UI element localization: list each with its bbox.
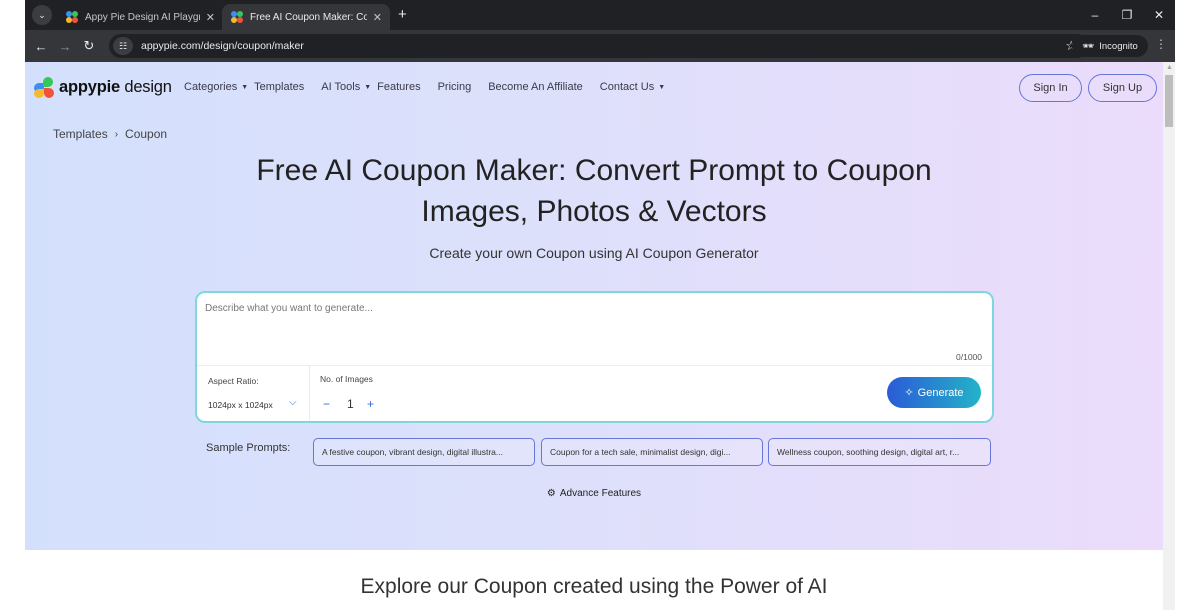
- tab-strip: ⌄ Appy Pie Design AI Playground ✕ Free A…: [25, 0, 1175, 30]
- divider: [309, 366, 310, 421]
- chevron-right-icon: ›: [114, 128, 119, 140]
- sample-prompt-chip[interactable]: A festive coupon, vibrant design, digita…: [313, 438, 535, 466]
- appypie-favicon-icon: [65, 10, 79, 24]
- url-text[interactable]: appypie.com/design/coupon/maker: [141, 40, 304, 52]
- plus-icon: +: [398, 6, 407, 23]
- generate-label: Generate: [917, 386, 964, 399]
- caret-down-icon: ▼: [364, 83, 372, 91]
- prompt-card: 0/1000 Aspect Ratio: 1024px x 1024px ⌵ N…: [195, 291, 994, 423]
- num-images-value: 1: [347, 397, 354, 411]
- chevron-down-icon[interactable]: ⌵: [289, 397, 297, 408]
- page-title-line-1: Free AI Coupon Maker: Convert Prompt to …: [256, 154, 932, 187]
- page-title-line-2: Images, Photos & Vectors: [421, 195, 767, 228]
- sign-in-button[interactable]: Sign In: [1019, 74, 1082, 102]
- logo-text: appypie design: [59, 77, 172, 96]
- nav-features[interactable]: Features: [377, 81, 420, 93]
- appypie-logo-icon: [33, 76, 55, 98]
- prompt-input[interactable]: [205, 303, 985, 358]
- window-controls: – ❐ ✕: [1079, 0, 1175, 30]
- caret-down-icon: ▼: [241, 83, 249, 91]
- tab-search-button[interactable]: ⌄: [32, 5, 52, 25]
- page-scrollbar[interactable]: ▲: [1163, 62, 1175, 610]
- nav-pricing[interactable]: Pricing: [438, 81, 472, 93]
- address-bar[interactable]: ☷ appypie.com/design/coupon/maker ☆: [109, 34, 1089, 58]
- page-title: Free AI Coupon Maker: Convert Prompt to …: [25, 150, 1163, 232]
- restore-icon[interactable]: ❐: [1111, 8, 1143, 22]
- kebab-menu-icon[interactable]: ⋮: [1155, 37, 1167, 51]
- close-window-icon[interactable]: ✕: [1143, 8, 1175, 22]
- aspect-ratio-select[interactable]: 1024px x 1024px: [208, 400, 273, 410]
- reload-icon[interactable]: ↻: [77, 38, 101, 54]
- advance-features-toggle[interactable]: ⚙ Advance Features: [25, 488, 1163, 499]
- nav-ai-tools[interactable]: AI Tools ▼: [321, 81, 371, 93]
- divider: [197, 365, 992, 366]
- nav-templates[interactable]: Templates: [254, 81, 304, 93]
- sparkle-icon: ✧: [904, 387, 914, 399]
- browser-toolbar: ← → ↻ ☷ appypie.com/design/coupon/maker …: [25, 30, 1175, 62]
- gear-icon: ⚙: [546, 488, 556, 499]
- incognito-icon: 🕶: [1082, 40, 1095, 52]
- num-images-label: No. of Images: [320, 374, 373, 384]
- tab-title: Free AI Coupon Maker: Convert: [250, 11, 367, 23]
- hero-section: appypie design Categories ▼ Templates AI …: [25, 62, 1163, 550]
- scroll-up-arrow-icon[interactable]: ▲: [1166, 64, 1173, 71]
- breadcrumb-coupon: Coupon: [125, 127, 168, 141]
- breadcrumb-templates[interactable]: Templates: [53, 127, 108, 141]
- appypie-favicon-icon: [230, 10, 244, 24]
- decrement-button[interactable]: −: [323, 397, 330, 411]
- site-info-icon[interactable]: ☷: [113, 37, 133, 55]
- chevron-down-icon: ⌄: [38, 9, 46, 20]
- sign-up-button[interactable]: Sign Up: [1088, 74, 1157, 102]
- sample-prompt-chip[interactable]: Wellness coupon, soothing design, digita…: [768, 438, 991, 466]
- sample-prompts-label: Sample Prompts:: [206, 442, 291, 454]
- incognito-badge[interactable]: 🕶 Incognito: [1072, 35, 1148, 57]
- aspect-ratio-label: Aspect Ratio:: [208, 376, 259, 386]
- nav-categories[interactable]: Categories ▼: [184, 81, 248, 93]
- increment-button[interactable]: +: [367, 397, 374, 411]
- incognito-label: Incognito: [1099, 40, 1138, 52]
- nav-contact-us[interactable]: Contact Us ▼: [600, 81, 665, 93]
- forward-arrow-icon[interactable]: →: [53, 39, 77, 54]
- explore-heading: Explore our Coupon created using the Pow…: [360, 575, 828, 598]
- caret-down-icon: ▼: [658, 83, 666, 91]
- character-counter: 0/1000: [956, 352, 982, 362]
- breadcrumb: Templates › Coupon: [53, 127, 167, 141]
- close-icon[interactable]: ✕: [206, 11, 215, 24]
- browser-window: ⌄ Appy Pie Design AI Playground ✕ Free A…: [25, 0, 1175, 610]
- close-icon[interactable]: ✕: [373, 11, 382, 24]
- scrollbar-thumb[interactable]: [1165, 75, 1173, 127]
- tab-appy-pie-playground[interactable]: Appy Pie Design AI Playground ✕: [57, 4, 223, 30]
- minimize-icon[interactable]: –: [1079, 8, 1111, 22]
- appypie-logo[interactable]: appypie design: [33, 76, 172, 98]
- tab-coupon-maker[interactable]: Free AI Coupon Maker: Convert ✕: [222, 4, 390, 30]
- new-tab-button[interactable]: +: [398, 6, 407, 23]
- nav-affiliate[interactable]: Become An Affiliate: [488, 81, 583, 93]
- page-subtitle: Create your own Coupon using AI Coupon G…: [429, 245, 759, 261]
- back-arrow-icon[interactable]: ←: [29, 39, 53, 54]
- main-nav: Categories ▼ Templates AI Tools ▼ Features…: [184, 81, 682, 93]
- advance-features-label: Advance Features: [559, 488, 642, 499]
- tab-title: Appy Pie Design AI Playground: [85, 11, 200, 23]
- generate-button[interactable]: ✧ Generate: [887, 377, 981, 408]
- sample-prompt-chip[interactable]: Coupon for a tech sale, minimalist desig…: [541, 438, 763, 466]
- web-page: appypie design Categories ▼ Templates AI …: [25, 62, 1163, 610]
